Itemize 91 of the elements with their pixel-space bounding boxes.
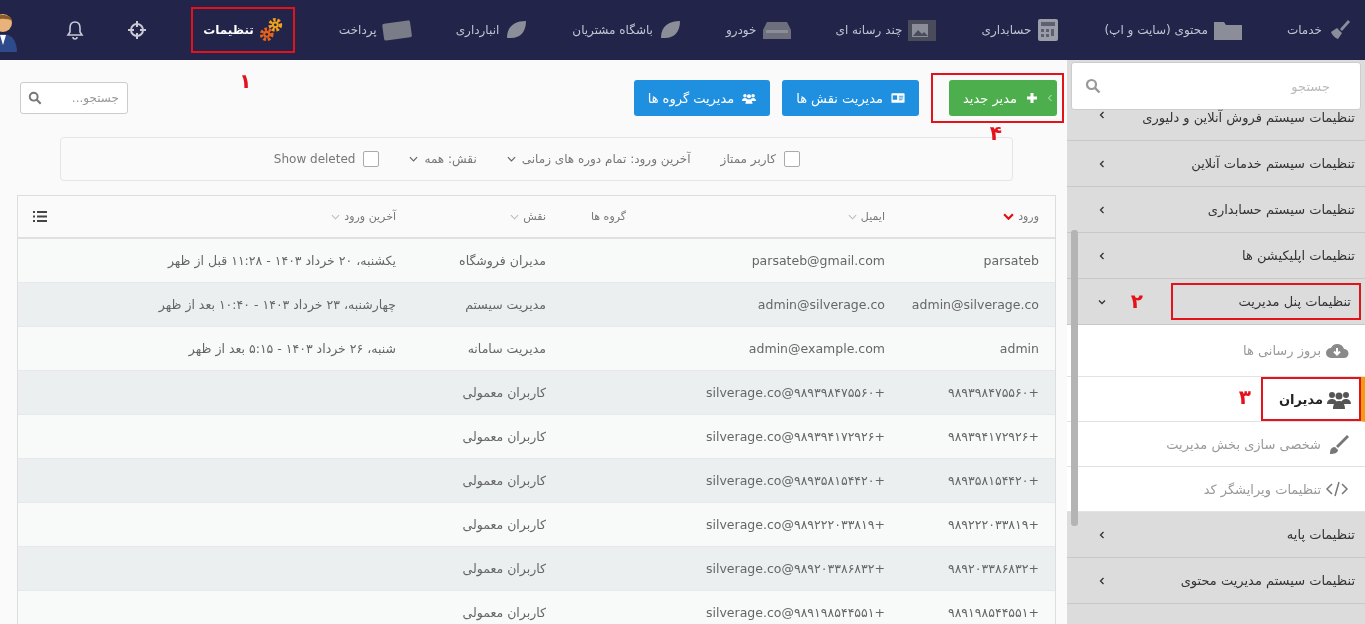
crosshair-icon[interactable] <box>127 20 148 40</box>
checkbox[interactable] <box>784 151 800 167</box>
nav-item[interactable]: خدمات <box>1286 18 1351 42</box>
search-icon <box>1085 78 1101 94</box>
menu-label: تنظیمات ویرایشگر کد <box>1203 481 1321 497</box>
table-cell: یکشنبه، ۲۰ خرداد ۱۴۰۳ - ۱۱:۲۸ قبل از ظهر <box>167 253 396 268</box>
menu-label: تنظیمات پنل مدیریت <box>1238 294 1351 309</box>
id-card-icon <box>891 92 905 104</box>
column-header[interactable]: نقش <box>412 196 562 237</box>
sidebar-item[interactable]: تنظیمات سیستم فروش آنلاین و دلیوری <box>1067 110 1365 141</box>
column-header[interactable]: آخرین ورود <box>61 196 412 237</box>
table-cell: admin@example.com <box>748 341 885 356</box>
column-header[interactable]: گروه ها <box>562 196 642 237</box>
table-cell: parsateb <box>983 253 1039 268</box>
gears-icon <box>258 18 283 42</box>
nav-item[interactable]: چند رسانه ای <box>835 18 938 42</box>
nav-item[interactable]: خودرو <box>725 18 792 42</box>
calculator-icon <box>1036 18 1061 42</box>
nav-item[interactable]: تنظیمات <box>203 18 283 42</box>
filter-label: کاربر ممتاز <box>720 152 776 166</box>
menu-label: شخصی سازی بخش مدیریت <box>1166 436 1321 452</box>
menu-label: مدیران <box>1278 391 1323 407</box>
table-cell: +۹۸۹۲۰۳۳۸۶۸۳۲@silverage.co <box>705 561 885 576</box>
table-cell: کاربران معمولی <box>462 605 546 620</box>
card-icon <box>381 18 412 42</box>
table-cell: مدیران فروشگاه <box>459 253 546 268</box>
menu-label: تنظیمات سیستم خدمات آنلاین <box>1191 156 1355 171</box>
scrollbar[interactable] <box>1071 230 1078 526</box>
code-icon <box>1325 479 1349 499</box>
caret-icon <box>409 156 419 162</box>
table-cell: کاربران معمولی <box>462 385 546 400</box>
table-cell: کاربران معمولی <box>462 561 546 576</box>
table-cell: +۹۸۹۲۲۲۰۳۳۸۱۹ <box>947 517 1039 532</box>
table-cell: +۹۸۹۳۹۴۱۷۲۹۲۶ <box>947 429 1039 444</box>
table-cell: کاربران معمولی <box>462 473 546 488</box>
groups-button[interactable]: مدیریت گروه ها <box>633 80 771 116</box>
table-row[interactable]: +۹۸۹۳۹۸۴۷۵۵۶۰ +۹۸۹۳۹۸۴۷۵۵۶۰@silverage.co کاربران معمولی <box>18 371 1055 415</box>
roles-button[interactable]: مدیریت نقش ها <box>782 80 919 116</box>
checkbox[interactable] <box>363 151 380 167</box>
menu-label: تنظیمات سیستم فروش آنلاین و دلیوری <box>1142 110 1355 125</box>
table-cell: +۹۸۹۱۹۸۵۴۴۵۵۱ <box>947 605 1039 620</box>
search-icon <box>28 91 42 105</box>
callout-number: ۳ <box>1238 387 1251 407</box>
table-cell: +۹۸۹۳۹۴۱۷۲۹۲۶@silverage.co <box>705 429 885 444</box>
last-login-dropdown[interactable]: آخرین ورود: تمام دوره های زمانی <box>506 152 691 166</box>
nav-item[interactable]: انبارداری <box>455 18 529 42</box>
search-field[interactable]: جستجو <box>1071 62 1361 110</box>
table-cell: admin@silverage.co <box>911 297 1039 312</box>
table-cell: +۹۸۹۲۲۲۰۳۳۸۱۹@silverage.co <box>705 517 885 532</box>
menu-label: تنظیمات پایه <box>1286 527 1355 542</box>
chevron-left-icon <box>1047 93 1053 103</box>
table-cell: شنبه، ۲۶ خرداد ۱۴۰۳ - ۵:۱۵ بعد از ظهر <box>188 341 396 356</box>
filter-label: Show deleted <box>273 152 356 166</box>
plus-icon <box>1025 92 1039 104</box>
menu-label: تنظیمات اپلیکیشن ها <box>1242 248 1355 263</box>
list-icon[interactable] <box>32 211 47 222</box>
users-icon <box>1327 389 1351 409</box>
bell-icon[interactable] <box>65 20 86 40</box>
callout-number: ۴ <box>989 123 1002 143</box>
nav-item[interactable]: باشگاه مشتریان <box>572 18 682 42</box>
users-icon <box>742 92 757 104</box>
image-icon <box>907 18 938 42</box>
role-dropdown[interactable]: نقش: همه <box>409 152 477 166</box>
table-cell: مدیریت سیستم <box>465 297 546 312</box>
table-cell: parsateb@gmail.com <box>751 253 885 268</box>
column-header[interactable]: ایمیل <box>642 196 901 237</box>
table-cell: کاربران معمولی <box>462 517 546 532</box>
table-cell: مدیریت سامانه <box>467 341 546 356</box>
table-cell: +۹۸۹۳۹۸۴۷۵۵۶۰@silverage.co <box>705 385 885 400</box>
nav-item[interactable]: محتوی (سایت و اپ) <box>1104 18 1243 42</box>
callout-number: ۱ <box>239 71 252 91</box>
table-cell: کاربران معمولی <box>462 429 546 444</box>
table-cell: +۹۸۹۳۹۸۴۷۵۵۶۰ <box>947 385 1039 400</box>
table-cell: +۹۸۹۳۵۸۱۵۴۴۲۰ <box>947 473 1039 488</box>
menu-label: تنظیمات سیستم حسابداری <box>1207 202 1355 217</box>
table-cell: +۹۸۹۳۵۸۱۵۴۴۲۰@silverage.co <box>705 473 885 488</box>
column-header[interactable]: ورود <box>901 196 1055 237</box>
table-row[interactable]: +۹۸۹۳۵۸۱۵۴۴۲۰ +۹۸۹۳۵۸۱۵۴۴۲۰@silverage.co کاربران معمولی <box>18 459 1055 503</box>
nav-item[interactable]: حسابداری <box>981 18 1061 42</box>
table-cell: چهارشنبه، ۲۳ خرداد ۱۴۰۳ - ۱۰:۴۰ بعد از ظهر <box>158 297 396 312</box>
nav-item[interactable]: پرداخت <box>338 18 412 42</box>
menu-label: تنظیمات سیستم مدیریت محتوی <box>1180 573 1355 588</box>
menu-label: بروز رسانی ها <box>1243 342 1321 358</box>
table-row[interactable]: +۹۸۹۲۰۳۳۸۶۸۳۲ +۹۸۹۲۰۳۳۸۶۸۳۲@silverage.co کاربران معمولی <box>18 547 1055 591</box>
search-field[interactable]: جستجو... <box>20 82 128 114</box>
caret-icon <box>506 156 516 162</box>
table-cell: +۹۸۹۱۹۸۵۴۴۵۵۱@silverage.co <box>705 605 885 620</box>
table-cell: admin@silverage.co <box>757 297 885 312</box>
callout-number: ۲ <box>1130 291 1143 311</box>
table-cell: +۹۸۹۲۰۳۳۸۶۸۳۲ <box>947 561 1039 576</box>
table-cell: admin <box>999 341 1039 356</box>
